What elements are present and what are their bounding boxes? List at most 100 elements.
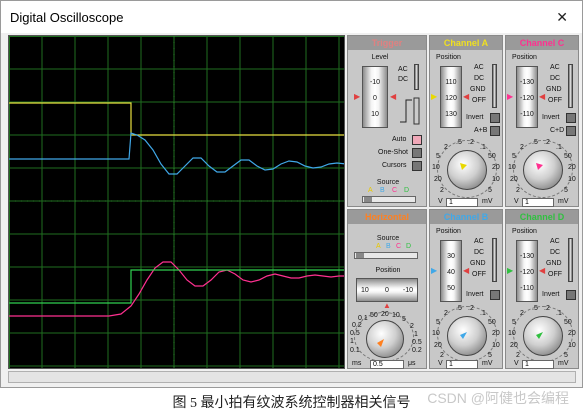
channel-c-knob-tick: .5 — [532, 139, 538, 146]
channel-c-off-label: OFF — [548, 97, 562, 104]
horizontal-knob-tick: 0.2 — [352, 322, 362, 329]
channel-b-coupling-switch[interactable] — [492, 238, 497, 282]
horizontal-knob-tick: 0.5 — [412, 339, 422, 346]
trigger-level-marker-left-icon: ▶ — [354, 92, 361, 101]
channel-c-knob-tick: 5 — [564, 187, 568, 194]
channel-a-title: Channel A — [430, 36, 502, 50]
horizontal-knob-tick: 2 — [410, 323, 414, 330]
channel-b-knob-tick: 2 — [440, 352, 444, 359]
trigger-source-a: A — [368, 187, 373, 194]
channel-c-combine-toggle[interactable] — [566, 126, 576, 136]
channel-d-coupling-switch[interactable] — [568, 238, 573, 282]
trigger-level-tick: 0 — [373, 95, 377, 102]
horizontal-knob-tick: 10 — [392, 312, 400, 319]
channel-a-knob-tick: .1 — [480, 144, 486, 151]
horizontal-position-dial[interactable]: 10 0 -10 — [356, 278, 418, 302]
channel-a-gnd-label: GND — [470, 86, 486, 93]
trigger-edge-icon[interactable] — [398, 96, 422, 126]
channel-a-position-label: Position — [436, 54, 461, 61]
horizontal-source-slider[interactable] — [354, 252, 418, 259]
channel-c-knob-tick: 20 — [510, 176, 518, 183]
channel-b-knob-tick: .2 — [468, 305, 474, 312]
trigger-level-dial[interactable]: -10 0 10 — [362, 66, 388, 128]
channel-b-knob-pointer-icon — [460, 332, 467, 339]
channel-a-volts-knob[interactable] — [447, 150, 487, 190]
channel-a-coupling-switch[interactable] — [492, 64, 497, 108]
channel-d-position-dial[interactable]: -130 -120 -110 — [516, 240, 538, 302]
channel-b-knob-tick: 5 — [488, 352, 492, 359]
trigger-source-slider[interactable] — [362, 196, 416, 203]
trigger-auto-label: Auto — [392, 136, 407, 143]
channel-a-scale-value: 1 — [446, 198, 478, 207]
channel-c-coupling-switch[interactable] — [568, 64, 573, 108]
trace-channel-a — [9, 102, 344, 136]
horizontal-source-label: Source — [376, 235, 400, 242]
channel-a-unit-label: mV — [482, 198, 493, 205]
oscilloscope-window: Digital Oscilloscope ✕ Trigger Level -10… — [0, 0, 583, 388]
channel-a-invert-toggle[interactable] — [490, 113, 500, 123]
channel-d-unit-label: mV — [558, 360, 569, 367]
trigger-cursors-toggle[interactable] — [412, 161, 422, 171]
channel-a-knob-tick: 20 — [434, 176, 442, 183]
watermark: CSDN @阿健也会编程 — [427, 390, 569, 406]
channel-b-off-label: OFF — [472, 271, 486, 278]
horizontal-unit-label: μs — [408, 360, 416, 367]
channel-a-combine-toggle[interactable] — [490, 126, 500, 136]
channel-d-panel: Channel D Position -130 -120 -110 ▶ ◀ AC… — [505, 209, 579, 369]
channel-a-invert-label: Invert — [466, 114, 484, 121]
trigger-oneshot-toggle[interactable] — [412, 148, 422, 158]
channel-d-position-tick: -120 — [519, 269, 534, 276]
channel-a-knob-tick: 10 — [492, 176, 500, 183]
channel-d-gnd-label: GND — [546, 260, 562, 267]
channel-d-position-tick: -130 — [519, 253, 534, 260]
horizontal-source-c: C — [396, 243, 402, 250]
channel-b-position-label: Position — [436, 228, 461, 235]
trigger-level-tick: -10 — [369, 79, 381, 86]
channel-c-position-dial[interactable]: -130 -120 -110 — [516, 66, 538, 128]
trigger-source-d: D — [404, 187, 410, 194]
trigger-dc-label: DC — [398, 76, 409, 83]
horizontal-position-marker-icon: ▲ — [383, 301, 391, 310]
scope-grid — [9, 36, 344, 368]
trigger-coupling-switch[interactable] — [414, 64, 419, 90]
window-title: Digital Oscilloscope — [10, 10, 124, 25]
horizontal-timebase-knob[interactable] — [366, 320, 404, 358]
channel-d-knob-tick: 20 — [510, 342, 518, 349]
channel-d-position-label: Position — [512, 228, 537, 235]
channel-a-knob-tick: 2 — [440, 187, 444, 194]
horizontal-scale-value: 0.5 — [370, 360, 404, 369]
channel-b-dc-label: DC — [474, 249, 485, 256]
channel-a-combine-label: A+B — [474, 127, 488, 134]
channel-c-level-marker-icon: ◀ — [539, 92, 546, 101]
channel-a-position-marker-icon: ▶ — [431, 92, 438, 101]
channel-c-invert-toggle[interactable] — [566, 113, 576, 123]
horizontal-position-tick: -10 — [402, 287, 413, 294]
trigger-source-label: Source — [376, 179, 400, 186]
channel-d-volts-knob[interactable] — [523, 316, 563, 356]
close-icon[interactable]: ✕ — [556, 9, 568, 26]
channel-c-knob-tick: 5 — [512, 153, 516, 160]
channel-a-knob-tick: .5 — [456, 139, 462, 146]
channel-a-knob-pointer-icon — [460, 163, 467, 170]
channel-a-panel: Channel A Position 110 120 130 ▶ ◀ AC DC… — [429, 35, 503, 207]
channel-c-knob-tick: 20 — [568, 164, 576, 171]
channel-d-invert-toggle[interactable] — [566, 290, 576, 300]
channel-b-position-dial[interactable]: 30 40 50 — [440, 240, 462, 302]
horizontal-knob-tick: 1 — [414, 331, 418, 338]
trigger-auto-toggle[interactable] — [412, 135, 422, 145]
channel-c-invert-label: Invert — [542, 114, 560, 121]
horizontal-knob-tick: 1 — [350, 338, 354, 345]
channel-c-volts-knob[interactable] — [523, 150, 563, 190]
channel-b-v-label: V — [438, 360, 443, 367]
channel-a-position-dial[interactable]: 110 120 130 — [440, 66, 462, 128]
channel-b-invert-toggle[interactable] — [490, 290, 500, 300]
channel-a-knob-tick: 2 — [444, 144, 448, 151]
channel-a-ac-label: AC — [474, 64, 484, 71]
trigger-source-b: B — [380, 187, 385, 194]
channel-a-level-marker-icon: ◀ — [463, 92, 470, 101]
channel-b-volts-knob[interactable] — [447, 316, 487, 356]
horizontal-panel: Horizontal Source A B C D Position 10 0 … — [347, 209, 427, 369]
channel-a-position-tick: 130 — [445, 111, 457, 118]
channel-d-position-marker-icon: ▶ — [507, 266, 514, 275]
channel-b-knob-tick: 50 — [488, 319, 496, 326]
